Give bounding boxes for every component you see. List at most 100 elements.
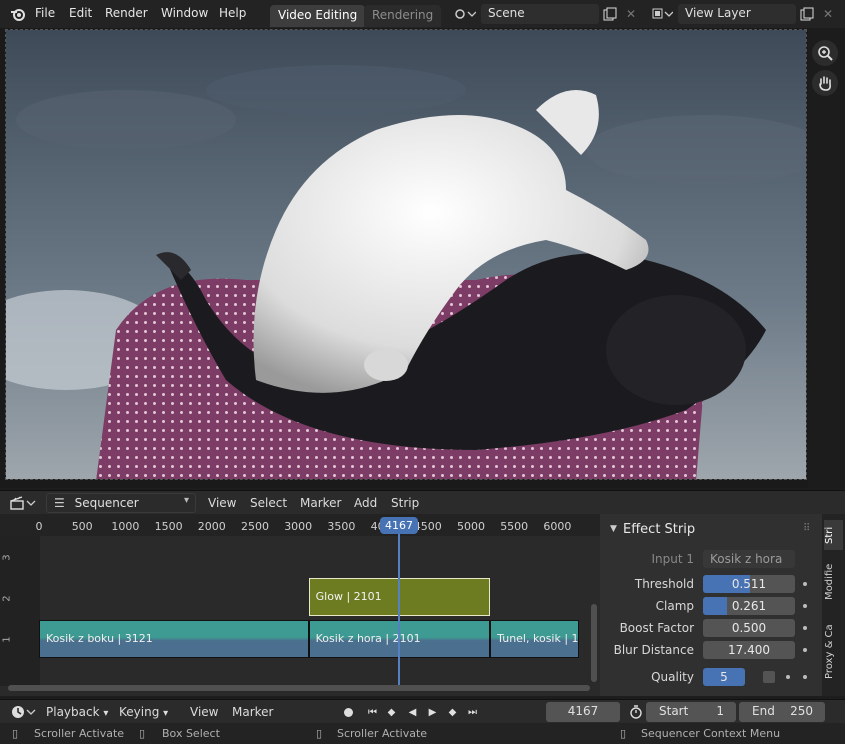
menu-add[interactable]: Add [354, 496, 377, 510]
clamp-keyframe-dot[interactable] [803, 604, 807, 608]
sequencer-timeline[interactable] [0, 514, 600, 696]
menu-window[interactable]: Window [161, 6, 208, 20]
quality-field[interactable]: 5 [703, 668, 745, 686]
ruler-tick: 5500 [500, 520, 529, 533]
movie-strip[interactable]: Kosik z boku | 3121 [39, 620, 309, 658]
keying-menu[interactable]: Keying ▾ [119, 705, 168, 719]
play-reverse-icon[interactable]: ◀ [404, 704, 421, 721]
menu-strip[interactable]: Strip [391, 496, 419, 510]
record-icon[interactable] [340, 704, 357, 721]
delete-scene-icon[interactable]: ✕ [621, 4, 641, 24]
new-view-layer-icon[interactable] [797, 4, 817, 24]
input1-label: Input 1 [651, 552, 694, 566]
scene-name-field[interactable]: Scene [481, 4, 599, 24]
playback-bar: Playback ▾ Keying ▾ View Marker ⏮ ◆ ◀ ▶ … [0, 699, 845, 723]
menu-help[interactable]: Help [219, 6, 246, 20]
ruler-tick: 500 [71, 520, 93, 533]
movie-strip[interactable]: Tunel, kosik | 1 [490, 620, 579, 658]
preview-image[interactable] [5, 29, 807, 480]
status-scroller-activate-2: Scroller Activate [337, 727, 428, 740]
status-scroller-activate: Scroller Activate [34, 727, 125, 740]
next-keyframe-icon[interactable]: ◆ [444, 704, 461, 721]
stopwatch-icon[interactable] [626, 702, 646, 722]
start-value: 1 [716, 704, 724, 718]
menu-marker-playback[interactable]: Marker [232, 705, 273, 719]
preview-side-tools [808, 28, 845, 488]
quality-label: Quality [651, 670, 694, 684]
end-frame-field[interactable]: End 250 [739, 702, 825, 722]
editor-type-clapper-icon[interactable] [8, 493, 38, 513]
ruler-tick: 2000 [197, 520, 226, 533]
tab-proxy-cache[interactable]: Proxy & Ca [824, 614, 843, 690]
panel-title[interactable]: Effect Strip [623, 522, 695, 537]
blur-distance-field[interactable]: 17.400 [703, 641, 795, 659]
prev-keyframe-icon[interactable]: ◆ [383, 704, 400, 721]
start-frame-field[interactable]: Start 1 [646, 702, 736, 722]
menu-view-playback[interactable]: View [190, 705, 218, 719]
clamp-slider[interactable]: 0.261 [703, 597, 795, 615]
mouse-context-icon: ▯ [620, 727, 627, 740]
clamp-value: 0.261 [731, 599, 767, 613]
threshold-value: 0.511 [731, 577, 767, 591]
ruler-tick: 3000 [284, 520, 313, 533]
end-label: End [752, 704, 775, 718]
pan-hand-icon[interactable] [812, 70, 838, 96]
view-type-label: Sequencer [74, 496, 139, 510]
play-icon[interactable]: ▶ [424, 704, 441, 721]
mouse-left-icon: ▯ [12, 727, 19, 740]
drag-handle-icon[interactable]: ⠿ [803, 523, 810, 534]
quality-keyframe-dot[interactable] [803, 675, 807, 679]
status-context-menu: Sequencer Context Menu [641, 727, 781, 740]
threshold-keyframe-dot[interactable] [803, 582, 807, 586]
ruler-tick: 0 [35, 520, 43, 533]
new-scene-icon[interactable] [600, 4, 620, 24]
end-value: 250 [790, 704, 813, 718]
menu-select[interactable]: Select [250, 496, 287, 510]
collapse-triangle-icon[interactable]: ▼ [610, 524, 617, 534]
menu-file[interactable]: File [35, 6, 55, 20]
tab-rendering[interactable]: Rendering [364, 5, 442, 27]
status-bar: ▯ Scroller Activate ▯ Box Select ▯ Scrol… [0, 723, 845, 744]
clamp-fill [703, 597, 727, 615]
menu-marker[interactable]: Marker [300, 496, 341, 510]
quality-dot-a[interactable] [786, 675, 790, 679]
boost-factor-field[interactable]: 0.500 [703, 619, 795, 637]
channel-label-2: 2 [1, 595, 13, 602]
boost-keyframe-dot[interactable] [803, 626, 807, 630]
chevron-down-icon: ▾ [103, 708, 109, 719]
vertical-scrollbar[interactable] [591, 604, 597, 682]
current-frame-field[interactable]: 4167 [546, 702, 620, 722]
menu-render[interactable]: Render [105, 6, 148, 20]
menu-edit[interactable]: Edit [69, 6, 92, 20]
tab-strip[interactable]: Stri [824, 520, 843, 550]
zoom-icon[interactable] [812, 40, 838, 66]
view-layer-selector-icon[interactable] [648, 4, 676, 24]
delete-view-layer-icon[interactable]: ✕ [818, 4, 838, 24]
blender-logo-icon[interactable] [8, 4, 28, 24]
quality-checkbox[interactable] [763, 671, 775, 683]
ruler-tick: 1000 [111, 520, 140, 533]
clamp-label: Clamp [655, 599, 694, 613]
input1-field[interactable]: Kosik z hora [703, 550, 795, 568]
sequencer-header: ☰ Sequencer ▾ View Select Marker Add Str… [0, 490, 845, 514]
blur-keyframe-dot[interactable] [803, 648, 807, 652]
threshold-label: Threshold [634, 577, 694, 591]
scene-selector-icon[interactable] [451, 4, 479, 24]
channel-region: 3 2 1 [0, 536, 40, 686]
view-layer-field[interactable]: View Layer [678, 4, 796, 24]
ruler-tick: 3500 [327, 520, 356, 533]
timeline-editor-type-icon[interactable] [8, 702, 38, 722]
menu-view[interactable]: View [208, 496, 236, 510]
horizontal-scrollbar[interactable] [8, 685, 590, 691]
ruler-tick: 2500 [241, 520, 269, 533]
playhead-line[interactable] [398, 530, 401, 688]
playhead-frame-indicator[interactable]: 4167 [380, 517, 419, 534]
boost-label: Boost Factor [619, 621, 694, 635]
view-type-dropdown[interactable]: ☰ Sequencer ▾ [46, 493, 196, 513]
playback-menu[interactable]: Playback ▾ [46, 705, 108, 719]
threshold-slider[interactable]: 0.511 [703, 575, 795, 593]
tab-modifiers[interactable]: Modifie [824, 558, 843, 606]
jump-end-icon[interactable]: ⏭ [464, 704, 481, 721]
jump-start-icon[interactable]: ⏮ [364, 704, 381, 721]
tab-video-editing[interactable]: Video Editing [270, 5, 366, 27]
